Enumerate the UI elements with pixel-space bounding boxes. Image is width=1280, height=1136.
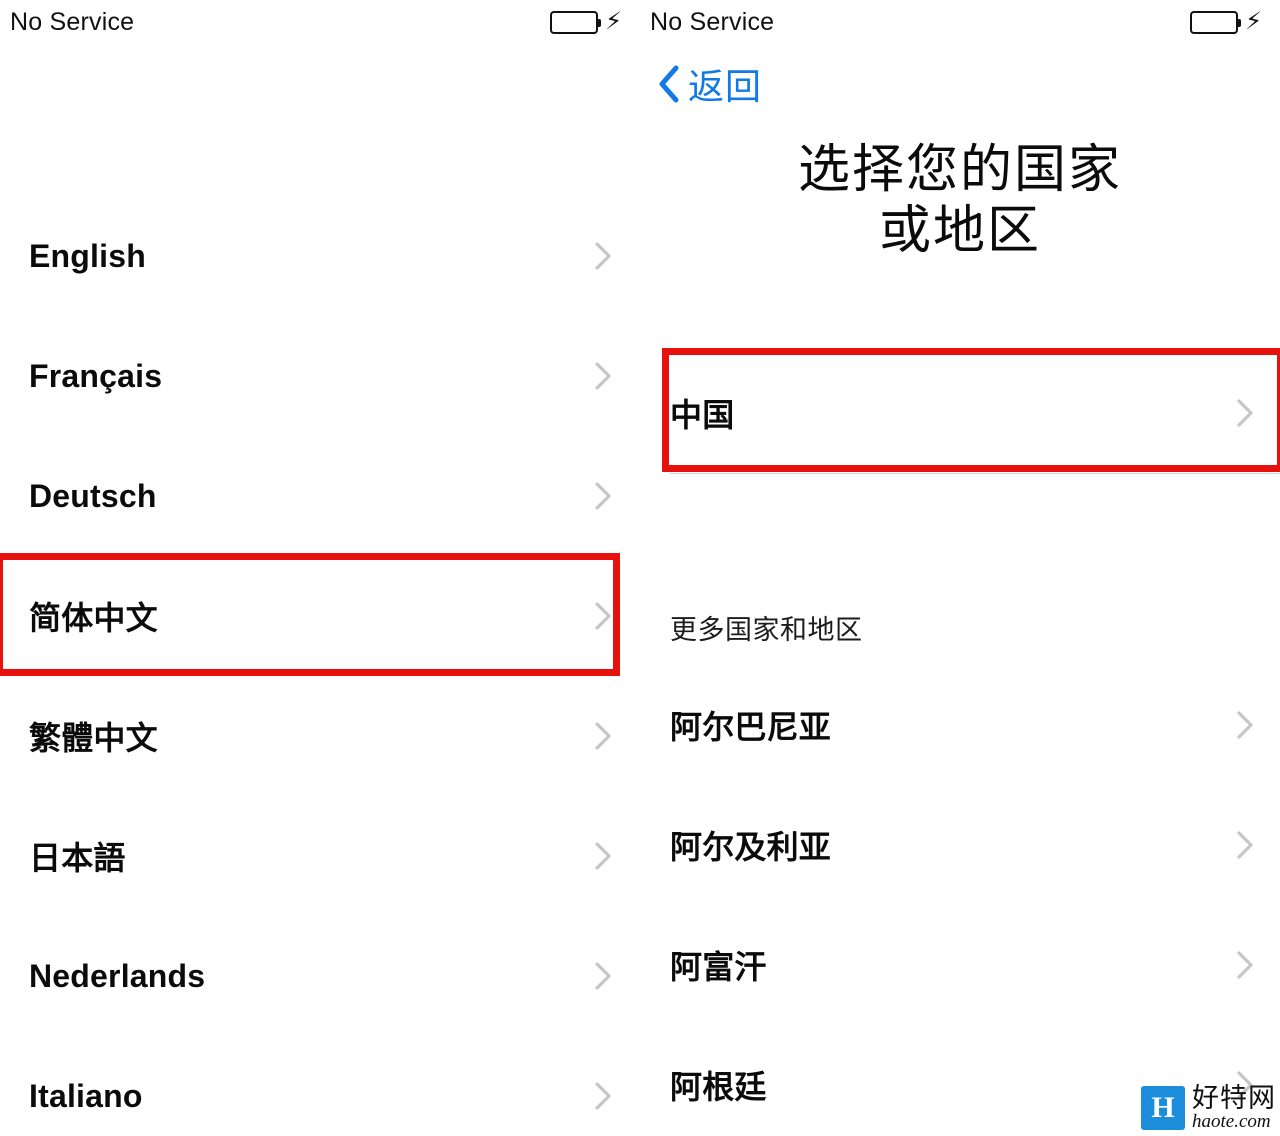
- status-bar-left: No Service ⚡: [0, 0, 640, 44]
- chevron-right-icon: [595, 361, 612, 391]
- battery-icon: [550, 10, 602, 34]
- list-divider: [670, 473, 1280, 474]
- page-title-line-2: 或地区: [878, 202, 1041, 261]
- chevron-right-icon: [595, 601, 612, 631]
- list-item-label: English: [29, 237, 146, 274]
- charging-bolt-icon: ⚡: [605, 8, 622, 35]
- list-item-label: 简体中文: [29, 600, 158, 636]
- watermark-site-name-cn: 好特网: [1192, 1082, 1276, 1113]
- chevron-right-icon: [595, 721, 612, 751]
- list-item-label: 中国: [670, 397, 735, 433]
- section-header-more-countries: 更多国家和地区: [670, 615, 863, 645]
- list-item-label: 阿尔及利亚: [670, 829, 832, 865]
- status-indicators: ⚡: [1190, 10, 1262, 34]
- list-item-language-traditional-chinese[interactable]: 繁體中文: [0, 676, 640, 796]
- chevron-right-icon: [1237, 830, 1254, 860]
- list-item-label: 繁體中文: [29, 720, 158, 756]
- list-item-language-japanese[interactable]: 日本語: [0, 796, 640, 916]
- list-item-label: 日本語: [29, 840, 126, 876]
- list-item-label: 阿尔巴尼亚: [670, 709, 832, 745]
- chevron-right-icon: [595, 961, 612, 991]
- carrier-label: No Service: [10, 7, 135, 36]
- chevron-right-icon: [1237, 710, 1254, 740]
- back-button-label: 返回: [688, 66, 763, 107]
- more-country-list: 阿尔巴尼亚 阿尔及利亚 阿富汗 阿根廷: [640, 665, 1280, 1136]
- chevron-right-icon: [595, 1081, 612, 1111]
- language-selection-screen: No Service ⚡ English Français Deutsch 简体…: [0, 0, 640, 1136]
- battery-icon: [1190, 10, 1242, 34]
- list-item-language-nederlands[interactable]: Nederlands: [0, 916, 640, 1036]
- page-title: 选择您的国家 或地区: [640, 140, 1280, 263]
- chevron-right-icon: [595, 481, 612, 511]
- list-item-label: Italiano: [29, 1077, 143, 1114]
- list-item-country-afghanistan[interactable]: 阿富汗: [640, 905, 1280, 1025]
- list-item-country-albania[interactable]: 阿尔巴尼亚: [640, 665, 1280, 785]
- list-item-language-deutsch[interactable]: Deutsch: [0, 436, 640, 556]
- site-watermark: H 好特网 haote.com: [1141, 1082, 1276, 1133]
- status-indicators: ⚡: [550, 10, 622, 34]
- list-item-language-italiano[interactable]: Italiano: [0, 1036, 640, 1136]
- carrier-label: No Service: [650, 7, 775, 36]
- watermark-site-url: haote.com: [1192, 1111, 1271, 1133]
- list-item-label: Deutsch: [29, 477, 157, 514]
- language-list: English Français Deutsch 简体中文 繁體中文 日本語 N…: [0, 196, 640, 1136]
- country-selection-screen: No Service ⚡ 返回 选择您的国家 或地区 中国 更多国家和地区 阿尔…: [640, 0, 1280, 1136]
- back-button[interactable]: 返回: [658, 58, 762, 110]
- list-item-country-algeria[interactable]: 阿尔及利亚: [640, 785, 1280, 905]
- primary-country-list: 中国: [640, 353, 1280, 474]
- list-item-language-francais[interactable]: Français: [0, 316, 640, 436]
- list-item-language-english[interactable]: English: [0, 196, 640, 316]
- list-item-label: Nederlands: [29, 957, 206, 994]
- chevron-right-icon: [595, 241, 612, 271]
- chevron-left-icon: [658, 64, 680, 104]
- page-title-line-1: 选择您的国家: [797, 141, 1122, 199]
- list-item-country-china[interactable]: 中国: [640, 353, 1280, 473]
- charging-bolt-icon: ⚡: [1245, 8, 1262, 35]
- list-item-language-simplified-chinese[interactable]: 简体中文: [0, 556, 640, 676]
- list-item-label: 阿富汗: [670, 949, 767, 985]
- watermark-text: 好特网 haote.com: [1192, 1082, 1276, 1133]
- list-item-label: Français: [29, 357, 163, 394]
- watermark-logo-icon: H: [1141, 1085, 1185, 1130]
- chevron-right-icon: [1237, 398, 1254, 428]
- list-item-label: 阿根廷: [670, 1069, 767, 1105]
- status-bar-right: No Service ⚡: [640, 0, 1280, 44]
- chevron-right-icon: [1237, 950, 1254, 980]
- chevron-right-icon: [595, 841, 612, 871]
